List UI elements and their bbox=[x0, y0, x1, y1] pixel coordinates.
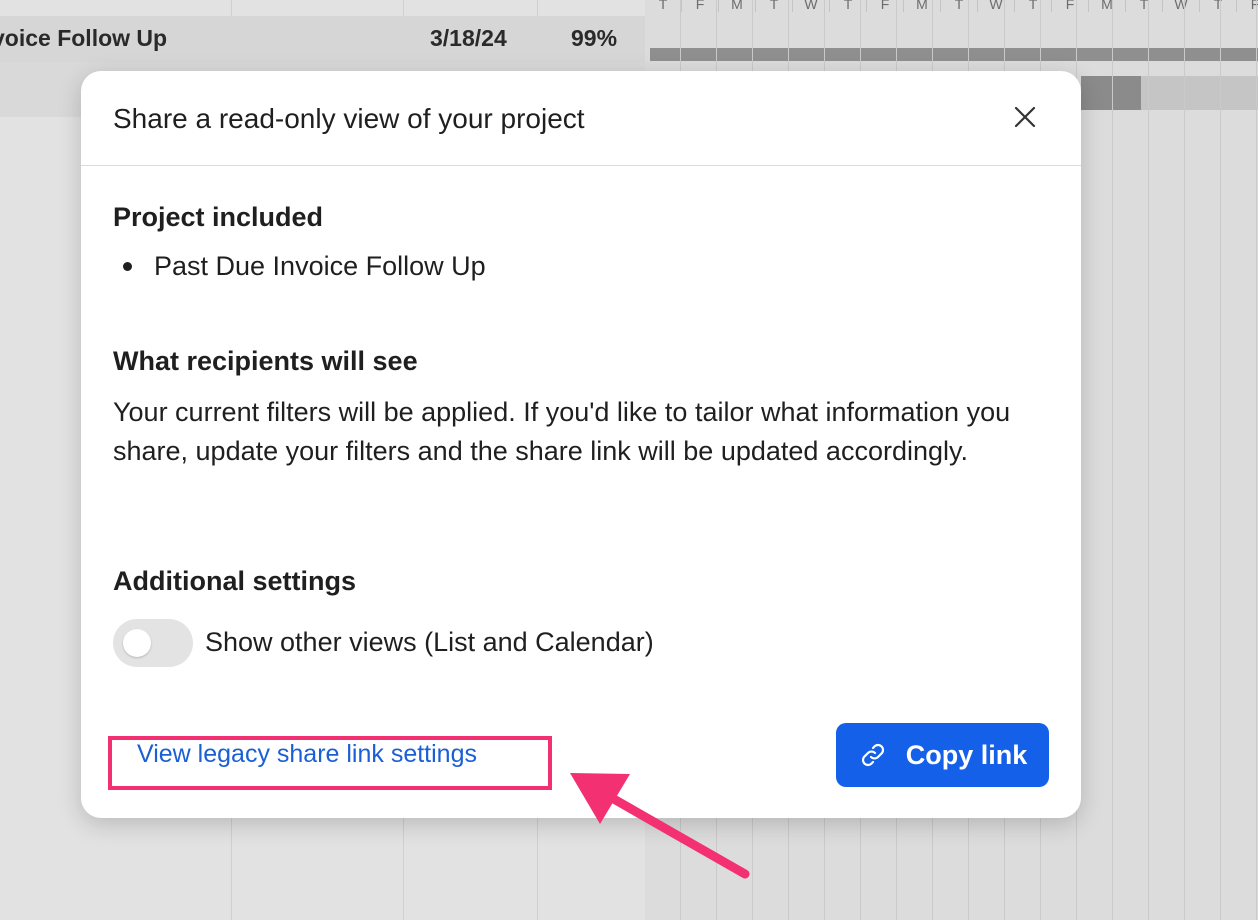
day-label: M bbox=[719, 0, 756, 12]
toggle-knob bbox=[123, 629, 151, 657]
recipients-description: Your current filters will be applied. If… bbox=[113, 397, 1011, 466]
day-label: T bbox=[1015, 0, 1052, 12]
grid-line bbox=[1220, 0, 1221, 920]
task-name: voice Follow Up bbox=[0, 25, 168, 51]
toggle-label: Show other views (List and Calendar) bbox=[205, 627, 654, 657]
table-row[interactable]: voice Follow Up 3/18/24 99% bbox=[0, 16, 645, 63]
day-label: T bbox=[1126, 0, 1163, 12]
day-label: M bbox=[1089, 0, 1126, 12]
gantt-bar[interactable] bbox=[1081, 76, 1141, 110]
day-label: W bbox=[978, 0, 1015, 12]
day-label: F bbox=[1237, 0, 1258, 12]
task-date: 3/18/24 bbox=[430, 25, 507, 51]
share-modal: Share a read-only view of your project P… bbox=[81, 71, 1081, 818]
day-label: T bbox=[941, 0, 978, 12]
grid-line bbox=[1148, 0, 1149, 920]
bullet-icon bbox=[123, 262, 132, 271]
project-name: Past Due Invoice Follow Up bbox=[154, 251, 486, 281]
recipients-heading: What recipients will see bbox=[113, 346, 418, 376]
grid-line bbox=[1112, 0, 1113, 920]
annotation-highlight-box bbox=[108, 736, 552, 790]
task-progress: 99% bbox=[571, 25, 618, 51]
day-label: W bbox=[1163, 0, 1200, 12]
gantt-bar[interactable] bbox=[650, 48, 1258, 61]
show-other-views-toggle[interactable] bbox=[113, 619, 193, 667]
additional-settings-heading: Additional settings bbox=[113, 566, 356, 596]
day-label: T bbox=[645, 0, 682, 12]
day-label: F bbox=[682, 0, 719, 12]
list-item: Past Due Invoice Follow Up bbox=[123, 251, 486, 282]
gantt-bar[interactable] bbox=[1141, 76, 1258, 110]
grid-line bbox=[1184, 0, 1185, 920]
annotation-arrow bbox=[570, 773, 750, 879]
day-header: TFMTWTFMTWTFMTWTF bbox=[645, 0, 1258, 16]
project-included-heading: Project included bbox=[113, 202, 324, 232]
grid-line bbox=[1256, 0, 1257, 920]
copy-link-button[interactable]: Copy link bbox=[836, 723, 1049, 787]
day-label: T bbox=[830, 0, 867, 12]
day-label: F bbox=[867, 0, 904, 12]
copy-link-label: Copy link bbox=[905, 739, 1028, 770]
close-icon bbox=[1014, 106, 1036, 128]
link-icon bbox=[861, 743, 884, 767]
day-label: T bbox=[1200, 0, 1237, 12]
close-button[interactable] bbox=[1009, 101, 1041, 133]
modal-header: Share a read-only view of your project bbox=[81, 71, 1081, 166]
day-label: M bbox=[904, 0, 941, 12]
day-label: F bbox=[1052, 0, 1089, 12]
modal-title: Share a read-only view of your project bbox=[113, 103, 585, 134]
